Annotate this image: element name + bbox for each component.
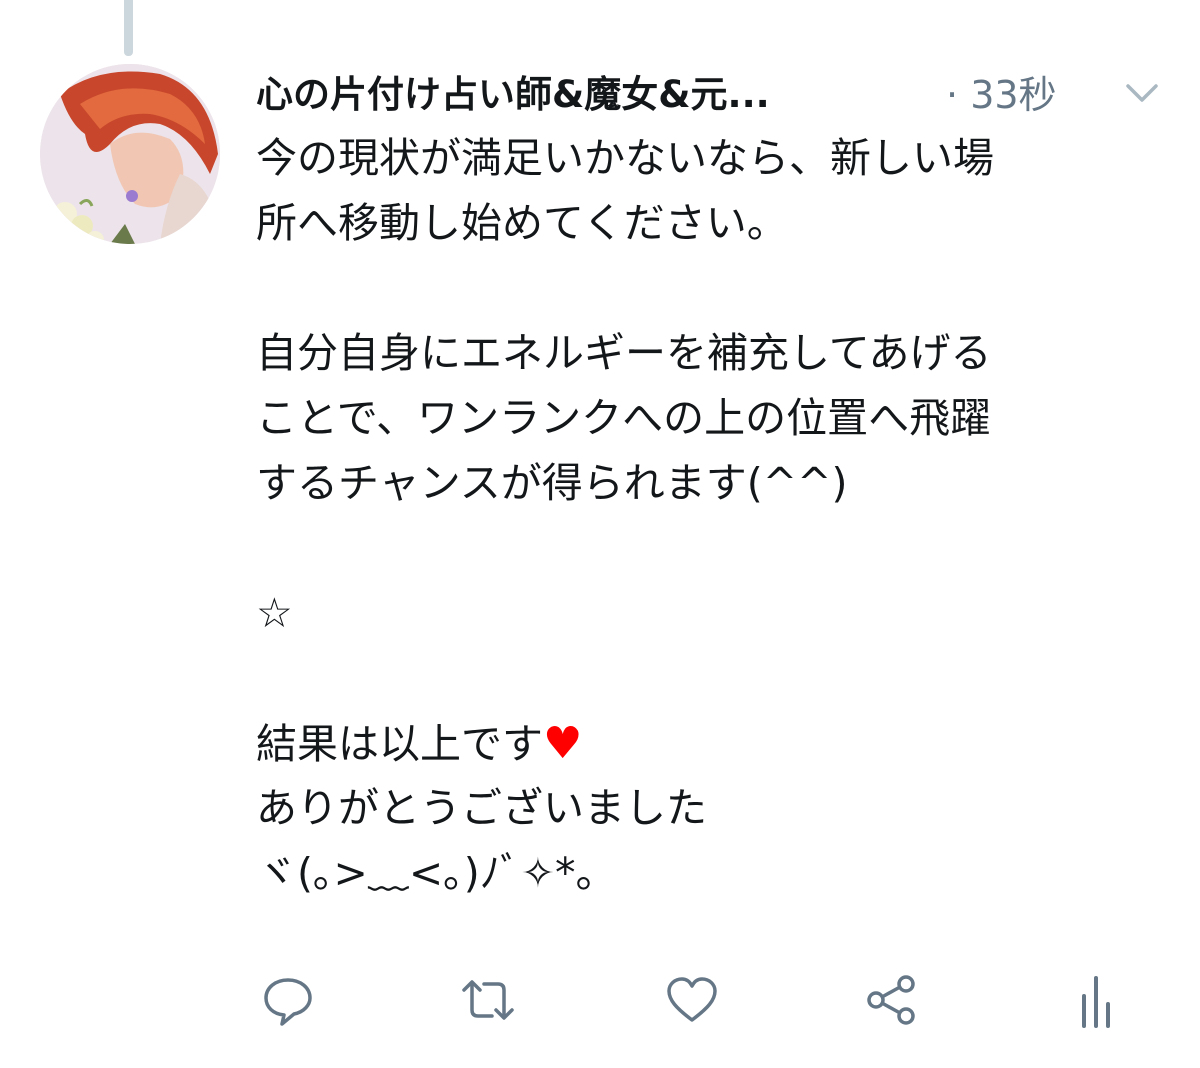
analytics-button[interactable] [1064, 970, 1128, 1034]
tweet-text-line: ☆ [256, 589, 293, 637]
display-name[interactable]: 心の片付け占い師&魔女&元... [256, 70, 770, 120]
tweet-text-line [256, 516, 1176, 581]
tweet-text-line: ヾ(｡>﹏<｡)ﾉﾞ✧*。 [256, 849, 617, 897]
user-avatar[interactable] [40, 64, 220, 244]
retweet-icon [458, 972, 518, 1032]
like-button[interactable] [660, 970, 724, 1034]
share-icon [862, 972, 922, 1032]
red-heart-emoji: ♥ [543, 718, 583, 769]
timestamp[interactable]: 33秒 [970, 73, 1056, 117]
tweet-text: 今の現状が満足いかないなら、新しい場 所へ移動し始めてください。 自分自身にエネ… [256, 126, 1176, 906]
tweet-text-line [256, 646, 1176, 711]
tweet-meta: · 33秒 [946, 70, 1057, 120]
share-button[interactable] [860, 970, 924, 1034]
chevron-down-icon[interactable] [1122, 78, 1162, 108]
tweet-text-line: 所へ移動し始めてください。 [256, 199, 788, 247]
separator-dot: · [946, 73, 959, 117]
analytics-icon [1068, 970, 1124, 1034]
tweet-text-line: ことで、ワンランクへの上の位置へ飛躍 [256, 394, 992, 442]
tweet-header: 心の片付け占い師&魔女&元... · 33秒 [256, 64, 1166, 124]
reply-button[interactable] [256, 970, 320, 1034]
tweet-text-segment: 結果は以上です [256, 720, 543, 768]
tweet-text-line-with-heart: 結果は以上です♥ [256, 711, 1176, 776]
tweet-text-line: するチャンスが得られます(^^) [256, 459, 848, 507]
tweet-text-line: ありがとうございました [256, 784, 707, 832]
reply-icon [260, 972, 316, 1032]
heart-icon [664, 972, 720, 1032]
retweet-button[interactable] [456, 970, 520, 1034]
tweet-text-line: 自分自身にエネルギーを補充してあげる [256, 329, 992, 377]
tweet-text-line [256, 256, 1176, 321]
tweet-text-line: 今の現状が満足いかないなら、新しい場 [256, 134, 994, 182]
tweet-action-bar [256, 970, 1136, 1034]
avatar-image [40, 64, 220, 244]
thread-connector-line [124, 0, 133, 56]
